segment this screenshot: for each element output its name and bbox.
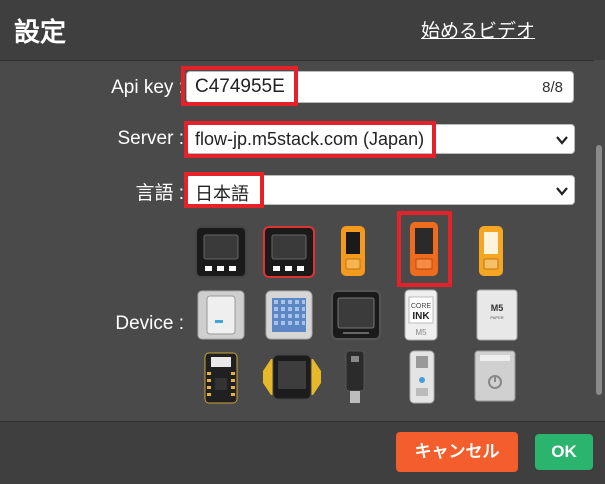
settings-dialog: 設定 始めるビデオ Api key : C474955E 8/8 Server … [0, 0, 605, 484]
svg-text:CORE: CORE [411, 303, 432, 310]
m5stickc-plus-device-icon[interactable] [408, 221, 440, 277]
m5stack-basic-device-icon[interactable] [195, 226, 247, 278]
svg-text:INK: INK [412, 311, 430, 322]
m5-stamp-pico-device-icon[interactable] [201, 352, 241, 404]
getting-started-video-link[interactable]: 始めるビデオ [421, 16, 535, 43]
m5-core2-device-icon[interactable] [331, 290, 381, 340]
svg-text:PAPER: PAPER [490, 315, 503, 320]
m5-atom-u-device-icon[interactable] [343, 350, 367, 406]
m5stack-gray-device-icon[interactable] [263, 226, 315, 278]
cancel-button[interactable]: キャンセル [396, 432, 518, 472]
server-label: Server : [117, 128, 184, 149]
m5stickc-plus-light-device-icon[interactable] [477, 225, 505, 277]
svg-text:M5: M5 [491, 303, 504, 313]
language-select[interactable]: 日本語 [186, 175, 575, 205]
m5-atom-module-device-icon[interactable] [197, 290, 245, 340]
m5-coreink-device-icon[interactable]: CORE INK M5 [404, 289, 438, 341]
apikey-label: Api key : [111, 77, 184, 98]
dialog-header: 設定 始めるビデオ [0, 0, 605, 61]
apikey-char-counter: 8/8 [542, 79, 563, 96]
apikey-input[interactable]: C474955E 8/8 [186, 71, 574, 103]
device-label: Device : [115, 313, 184, 334]
m5-tough-device-icon[interactable] [259, 351, 325, 403]
svg-text:M5: M5 [415, 328, 427, 337]
m5-atom-matrix-device-icon[interactable] [265, 290, 313, 340]
language-label: 言語 : [135, 183, 184, 204]
m5-paper-device-icon[interactable]: M5 PAPER [476, 289, 518, 341]
m5stickc-device-icon[interactable] [339, 225, 367, 277]
dialog-title: 設定 [14, 17, 67, 47]
chevron-down-icon [556, 187, 568, 196]
server-select[interactable]: flow-jp.m5stack.com (Japan) [186, 124, 575, 154]
scrollbar-thumb[interactable] [596, 145, 602, 395]
ok-button[interactable]: OK [535, 434, 593, 470]
apikey-value: C474955E [195, 76, 285, 97]
language-value: 日本語 [195, 184, 249, 204]
m5-station-device-icon[interactable] [474, 350, 516, 402]
m5-atom-echo-device-icon[interactable] [408, 350, 436, 404]
chevron-down-icon [556, 136, 568, 145]
server-value: flow-jp.m5stack.com (Japan) [195, 129, 425, 149]
